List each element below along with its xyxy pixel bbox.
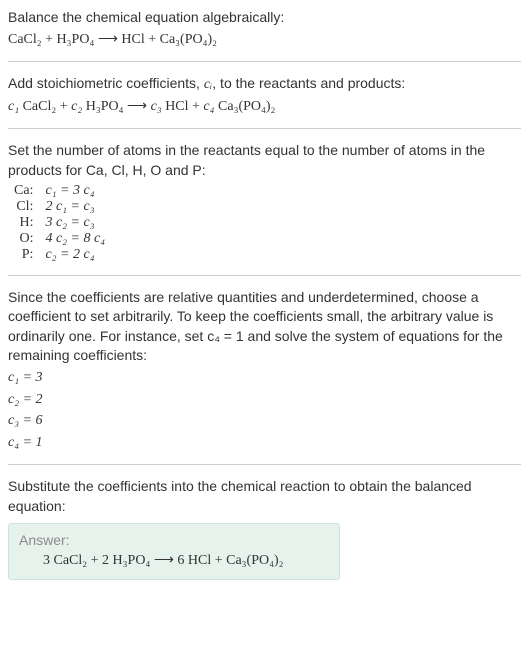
text-fragment: , to the reactants and products: — [212, 75, 405, 91]
table-row: P: c₂ = 2 c₄ — [8, 247, 111, 263]
atom-equation: 2 c₁ = c₃ — [39, 199, 111, 215]
eq-fragment: CaCl₂ + — [19, 99, 71, 114]
divider — [8, 275, 521, 276]
element-label: H: — [8, 215, 39, 231]
atom-equation: c₂ = 2 c₄ — [39, 247, 111, 263]
coef-result: c₁ = 3 — [8, 368, 521, 388]
solve-intro: Since the coefficients are relative quan… — [8, 288, 521, 366]
coef-c3: c₃ — [151, 99, 162, 114]
answer-label: Answer: — [19, 532, 329, 548]
divider — [8, 61, 521, 62]
atom-equation: c₁ = 3 c₄ — [39, 183, 111, 199]
coef-result: c₄ = 1 — [8, 433, 521, 453]
atom-equation: 3 c₂ = c₃ — [39, 215, 111, 231]
table-row: Ca: c₁ = 3 c₄ — [8, 183, 111, 199]
answer-box: Answer: 3 CaCl₂ + 2 H₃PO₄ ⟶ 6 HCl + Ca₃(… — [8, 523, 340, 580]
coef-result: c₃ = 6 — [8, 411, 521, 431]
table-row: H: 3 c₂ = c₃ — [8, 215, 111, 231]
coef-c2: c₂ — [71, 99, 82, 114]
table-row: Cl: 2 c₁ = c₃ — [8, 199, 111, 215]
element-label: O: — [8, 231, 39, 247]
coef-c1: c₁ — [8, 99, 19, 114]
stoich-equation: c₁ CaCl₂ + c₂ H₃PO₄ ⟶ c₃ HCl + c₄ Ca₃(PO… — [8, 97, 521, 117]
atoms-table: Ca: c₁ = 3 c₄ Cl: 2 c₁ = c₃ H: 3 c₂ = c₃… — [8, 183, 111, 263]
eq-fragment: HCl + — [162, 99, 204, 114]
coef-c4: c₄ — [203, 99, 214, 114]
element-label: Cl: — [8, 199, 39, 215]
atom-equation: 4 c₂ = 8 c₄ — [39, 231, 111, 247]
element-label: Ca: — [8, 183, 39, 199]
element-label: P: — [8, 247, 39, 263]
substitute-intro: Substitute the coefficients into the che… — [8, 477, 521, 516]
stoich-intro: Add stoichiometric coefficients, cᵢ, to … — [8, 74, 521, 95]
divider — [8, 464, 521, 465]
balanced-equation: 3 CaCl₂ + 2 H₃PO₄ ⟶ 6 HCl + Ca₃(PO₄)₂ — [19, 552, 329, 569]
atoms-intro: Set the number of atoms in the reactants… — [8, 141, 521, 180]
table-row: O: 4 c₂ = 8 c₄ — [8, 231, 111, 247]
divider — [8, 128, 521, 129]
coef-result: c₂ = 2 — [8, 390, 521, 410]
eq-fragment: Ca₃(PO₄)₂ — [215, 99, 276, 114]
intro-text: Balance the chemical equation algebraica… — [8, 8, 521, 28]
text-fragment: Add stoichiometric coefficients, — [8, 75, 204, 91]
document-body: Balance the chemical equation algebraica… — [0, 0, 529, 590]
eq-fragment: H₃PO₄ ⟶ — [82, 99, 150, 114]
unbalanced-equation: CaCl₂ + H₃PO₄ ⟶ HCl + Ca₃(PO₄)₂ — [8, 30, 521, 50]
